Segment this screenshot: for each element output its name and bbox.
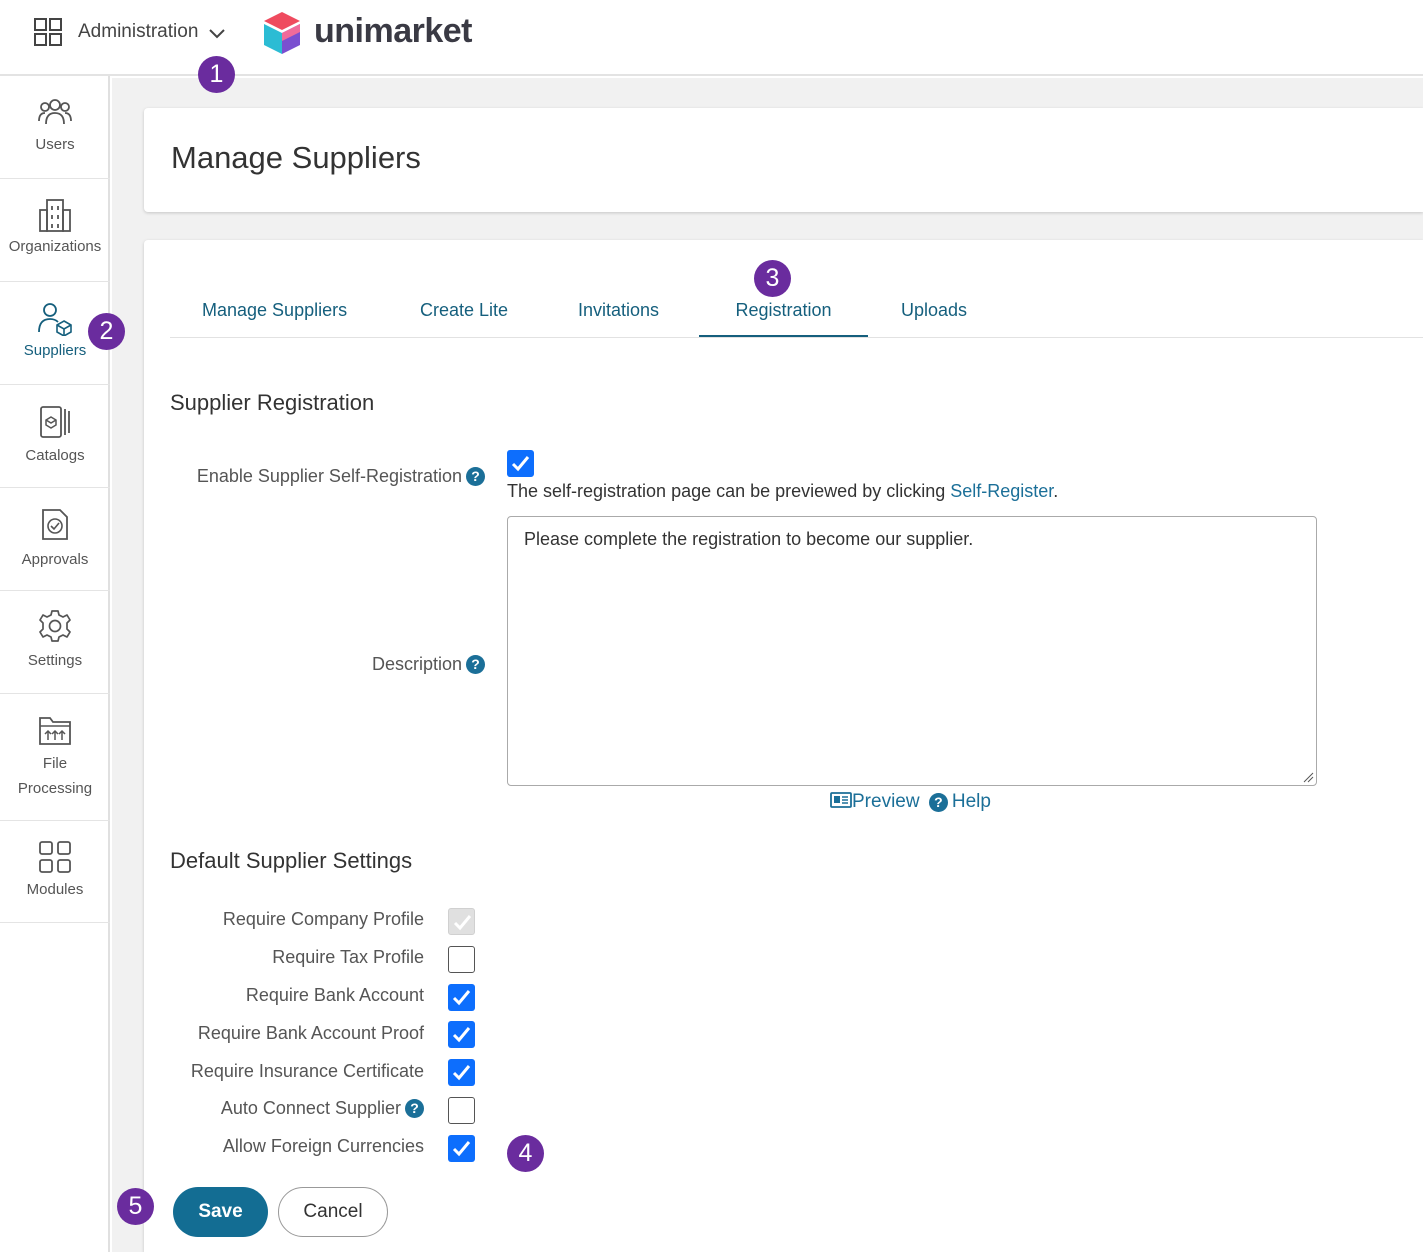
setting-label-with-help: Auto Connect Supplier?: [221, 1098, 424, 1119]
building-icon: [39, 199, 71, 232]
preview-hint-text: The self-registration page can be previe…: [507, 481, 951, 501]
check-icon: [453, 915, 472, 931]
require-bank-account-proof-checkbox[interactable]: [448, 1021, 475, 1048]
enable-registration-label: Enable Supplier Self-Registration?: [150, 466, 485, 487]
sidebar-item-label: Approvals: [21, 551, 89, 568]
section-heading-defaults: Default Supplier Settings: [170, 848, 413, 873]
page-title-card: Manage Suppliers: [144, 108, 1423, 212]
description-textarea[interactable]: Please complete the registration to beco…: [507, 516, 1317, 786]
annotation-badge: 2: [88, 313, 125, 350]
annotation-badge: 4: [507, 1135, 544, 1172]
tab-manage-suppliers[interactable]: Manage Suppliers: [202, 300, 347, 337]
modules-icon: [39, 841, 71, 873]
section-heading-registration: Supplier Registration: [170, 390, 375, 415]
tab-invitations[interactable]: Invitations: [578, 300, 659, 337]
check-icon: [452, 1065, 471, 1081]
unimarket-logo-icon: [264, 12, 300, 54]
description-label-text: Description: [371, 654, 462, 674]
setting-label: Require Bank Account Proof: [197, 1023, 424, 1043]
sidebar-item-organizations[interactable]: Organizations: [0, 179, 110, 282]
chevron-down-icon[interactable]: [208, 24, 226, 42]
sidebar-item-approvals[interactable]: Approvals: [0, 488, 110, 591]
gear-icon: [39, 610, 71, 642]
annotation-badge: 5: [117, 1188, 154, 1225]
sidebar-item-label-line1: File: [42, 755, 68, 772]
preview-hint: The self-registration page can be previe…: [507, 481, 1058, 502]
check-icon: [511, 456, 530, 472]
setting-label: Require Tax Profile: [272, 947, 424, 967]
folder-upload-icon: [39, 717, 71, 745]
sidebar-item-settings[interactable]: Settings: [0, 591, 110, 694]
sidebar-item-label: Organizations: [8, 238, 102, 255]
self-register-link[interactable]: Self-Register: [950, 481, 1053, 501]
setting-label-text: Auto Connect Supplier: [220, 1098, 401, 1118]
help-icon: ?: [928, 792, 948, 812]
sidebar-item-users[interactable]: Users: [0, 76, 110, 179]
check-icon: [452, 1141, 471, 1157]
require-insurance-certificate-checkbox[interactable]: [448, 1059, 475, 1086]
app-switcher-icon[interactable]: [34, 18, 62, 46]
sidebar: Users Organizations Suppliers Catalogs A…: [0, 76, 110, 1252]
require-bank-account-checkbox[interactable]: [448, 984, 475, 1011]
tab-uploads[interactable]: Uploads: [901, 300, 967, 337]
check-icon: [452, 1027, 471, 1043]
resize-grip-icon[interactable]: [1302, 771, 1314, 783]
preview-link[interactable]: Preview: [830, 791, 925, 812]
help-link-label: Help: [951, 791, 991, 812]
description-label: Description?: [150, 654, 485, 675]
allow-foreign-currencies-checkbox[interactable]: [448, 1135, 475, 1162]
preview-hint-suffix: .: [1053, 481, 1059, 501]
catalog-icon: [40, 406, 70, 438]
enable-registration-checkbox[interactable]: [507, 450, 534, 477]
setting-label: Allow Foreign Currencies: [222, 1136, 424, 1156]
help-icon[interactable]: ?: [466, 655, 485, 674]
tab-bar: Manage Suppliers Create Lite Invitations…: [170, 296, 1423, 338]
approval-icon: [42, 509, 68, 540]
save-button[interactable]: Save: [173, 1187, 268, 1237]
sidebar-item-label: Users: [35, 136, 75, 153]
supplier-icon: [38, 303, 72, 336]
logo-text: unimarket: [314, 12, 473, 50]
help-icon[interactable]: ?: [466, 467, 485, 486]
require-company-profile-checkbox: [448, 908, 475, 935]
users-icon: [38, 99, 72, 125]
tab-registration[interactable]: Registration: [699, 300, 868, 337]
id-card-icon: [830, 792, 852, 808]
annotation-badge: 3: [754, 260, 791, 297]
sidebar-item-modules[interactable]: Modules: [0, 821, 110, 923]
app-switcher-label[interactable]: Administration: [78, 21, 198, 43]
setting-label: Require Bank Account: [245, 985, 424, 1005]
cancel-button[interactable]: Cancel: [278, 1187, 388, 1237]
sidebar-item-label: Catalogs: [25, 447, 85, 464]
sidebar-item-label: Settings: [27, 652, 83, 669]
sidebar-item-label: Modules: [26, 881, 84, 898]
help-link[interactable]: ? Help: [928, 791, 991, 812]
sidebar-item-file-processing[interactable]: File Processing: [0, 694, 110, 821]
description-actions: Preview ? Help: [830, 791, 991, 813]
setting-label: Require Company Profile: [222, 909, 424, 929]
sidebar-item-catalogs[interactable]: Catalogs: [0, 385, 110, 488]
enable-registration-label-text: Enable Supplier Self-Registration: [196, 466, 462, 486]
require-tax-profile-checkbox[interactable]: [448, 946, 475, 973]
check-icon: [452, 990, 471, 1006]
auto-connect-supplier-checkbox[interactable]: [448, 1097, 475, 1124]
sidebar-item-label-line2: Processing: [17, 780, 93, 797]
preview-link-label: Preview: [852, 791, 920, 812]
setting-label: Require Insurance Certificate: [190, 1061, 424, 1081]
annotation-badge: 1: [198, 56, 235, 93]
help-icon[interactable]: ?: [405, 1099, 424, 1118]
page-title: Manage Suppliers: [171, 140, 421, 175]
tab-create-lite[interactable]: Create Lite: [420, 300, 508, 337]
